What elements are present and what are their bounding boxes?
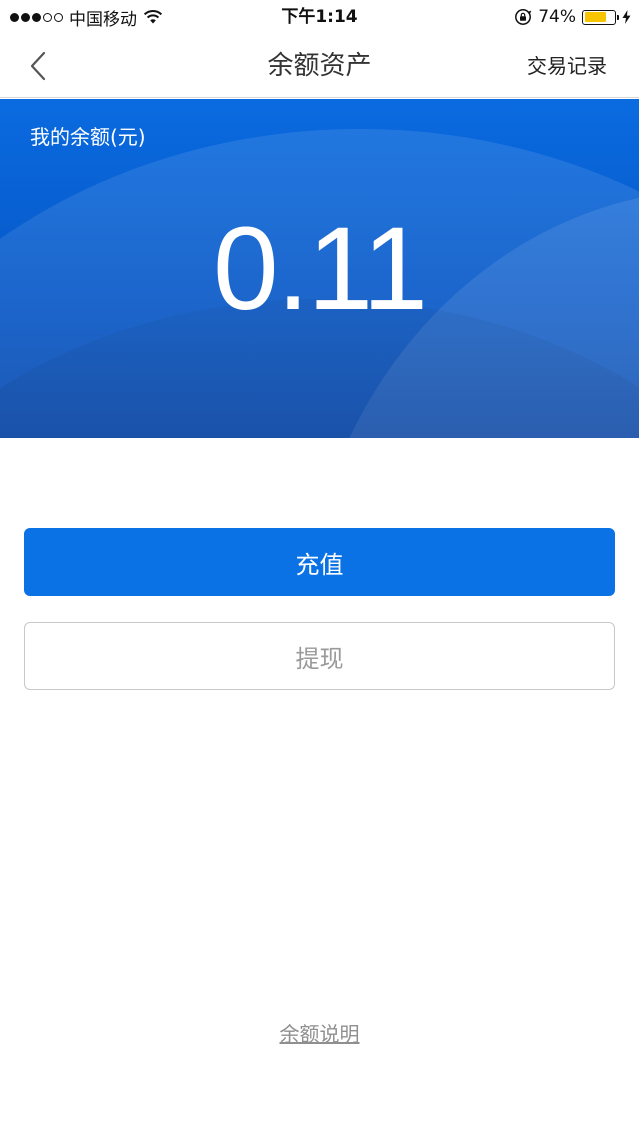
- balance-card: 我的余额(元) 0.11: [0, 99, 639, 438]
- navigation-bar: 余额资产 交易记录: [0, 34, 639, 98]
- charging-bolt-icon: [622, 10, 631, 24]
- balance-info-link[interactable]: 余额说明: [0, 1018, 639, 1047]
- battery-icon: [582, 9, 619, 25]
- status-bar: 中国移动 下午1:14 74%: [0, 0, 639, 34]
- status-bar-right: 74%: [514, 0, 631, 34]
- balance-label: 我的余额(元): [30, 125, 146, 149]
- recharge-button[interactable]: 充值: [24, 528, 615, 596]
- battery-percent: 74%: [538, 7, 576, 27]
- battery-level: [584, 12, 606, 22]
- orientation-lock-icon: [515, 9, 532, 25]
- withdraw-button[interactable]: 提现: [24, 622, 615, 690]
- transaction-history-button[interactable]: 交易记录: [527, 34, 607, 98]
- balance-amount: 0.11: [213, 203, 428, 335]
